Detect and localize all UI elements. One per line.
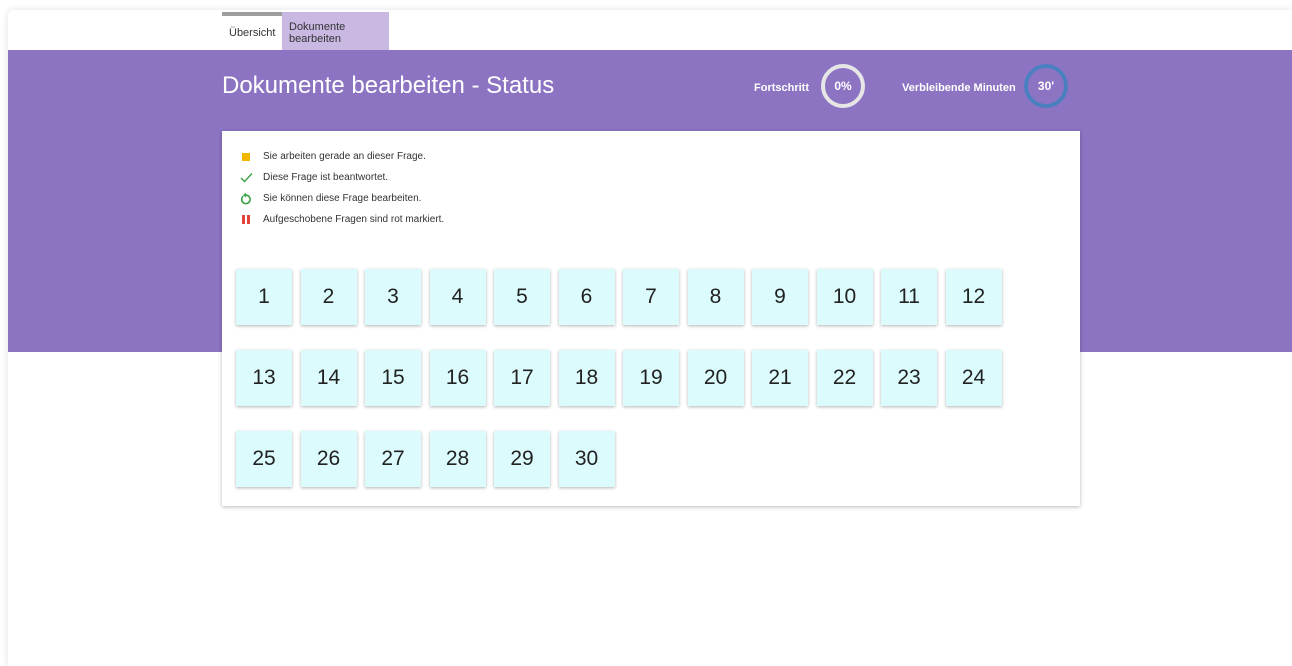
legend-item-current: Sie arbeiten gerade an dieser Frage. <box>238 146 444 167</box>
question-tile[interactable]: 5 <box>494 269 550 325</box>
question-tile[interactable]: 26 <box>300 431 357 487</box>
question-tile[interactable]: 30 <box>558 431 615 487</box>
question-grid: 1 2 3 4 5 6 7 8 9 10 11 12 13 14 15 16 17 18 19 20 21 22 23 24 2… <box>236 269 1016 487</box>
legend-item-answered: Diese Frage ist beantwortet. <box>238 167 444 188</box>
page-title: Dokumente bearbeiten - Status <box>222 72 555 99</box>
question-tile[interactable]: 16 <box>429 350 486 406</box>
status-card: Sie arbeiten gerade an dieser Frage. Die… <box>222 131 1080 506</box>
remaining-minutes-label: Verbleibende Minuten <box>902 82 1016 94</box>
question-tile[interactable]: 7 <box>623 269 679 325</box>
progress-ring: 0% <box>821 64 865 108</box>
tab-bar: Übersicht Dokumente bearbeiten <box>222 12 389 50</box>
question-tile[interactable]: 28 <box>429 431 486 487</box>
question-tile[interactable]: 21 <box>752 350 808 406</box>
question-tile[interactable]: 18 <box>558 350 615 406</box>
tab-overview[interactable]: Übersicht <box>222 12 282 50</box>
question-tile[interactable]: 14 <box>300 350 357 406</box>
question-tile[interactable]: 25 <box>236 431 292 487</box>
legend-text: Diese Frage ist beantwortet. <box>263 172 389 183</box>
question-tile[interactable]: 13 <box>236 350 292 406</box>
tab-edit-documents[interactable]: Dokumente bearbeiten <box>282 12 389 50</box>
legend-text: Aufgeschobene Fragen sind rot markiert. <box>263 214 445 225</box>
question-tile[interactable]: 4 <box>429 269 486 325</box>
question-tile[interactable]: 29 <box>494 431 550 487</box>
question-tile[interactable]: 24 <box>945 350 1002 406</box>
question-tile[interactable]: 23 <box>881 350 937 406</box>
question-tile[interactable]: 1 <box>236 269 292 325</box>
question-tile[interactable]: 22 <box>816 350 873 406</box>
question-tile[interactable]: 12 <box>945 269 1002 325</box>
pause-icon <box>238 213 254 227</box>
question-tile[interactable]: 3 <box>365 269 421 325</box>
progress-value: 0% <box>834 79 852 93</box>
progress-label: Fortschritt <box>754 82 809 94</box>
question-tile[interactable]: 8 <box>687 269 744 325</box>
legend-item-editable: Sie können diese Frage bearbeiten. <box>238 188 444 209</box>
question-tile[interactable]: 11 <box>881 269 937 325</box>
question-tile[interactable]: 17 <box>494 350 550 406</box>
remaining-minutes-value: 30' <box>1037 79 1055 93</box>
question-tile[interactable]: 10 <box>816 269 873 325</box>
question-tile[interactable]: 15 <box>365 350 421 406</box>
legend-text: Sie können diese Frage bearbeiten. <box>263 193 422 204</box>
legend: Sie arbeiten gerade an dieser Frage. Die… <box>238 146 444 230</box>
refresh-icon <box>238 192 254 206</box>
question-tile[interactable]: 27 <box>365 431 421 487</box>
question-tile[interactable]: 9 <box>752 269 808 325</box>
timer-ring: 30' <box>1024 64 1068 108</box>
legend-item-deferred: Aufgeschobene Fragen sind rot markiert. <box>238 209 444 230</box>
question-tile[interactable]: 6 <box>558 269 615 325</box>
question-tile[interactable]: 19 <box>623 350 679 406</box>
question-tile[interactable]: 20 <box>687 350 744 406</box>
question-tile[interactable]: 2 <box>300 269 357 325</box>
yellow-square-icon <box>238 150 254 164</box>
checkmark-icon <box>238 171 254 185</box>
legend-text: Sie arbeiten gerade an dieser Frage. <box>263 151 426 162</box>
